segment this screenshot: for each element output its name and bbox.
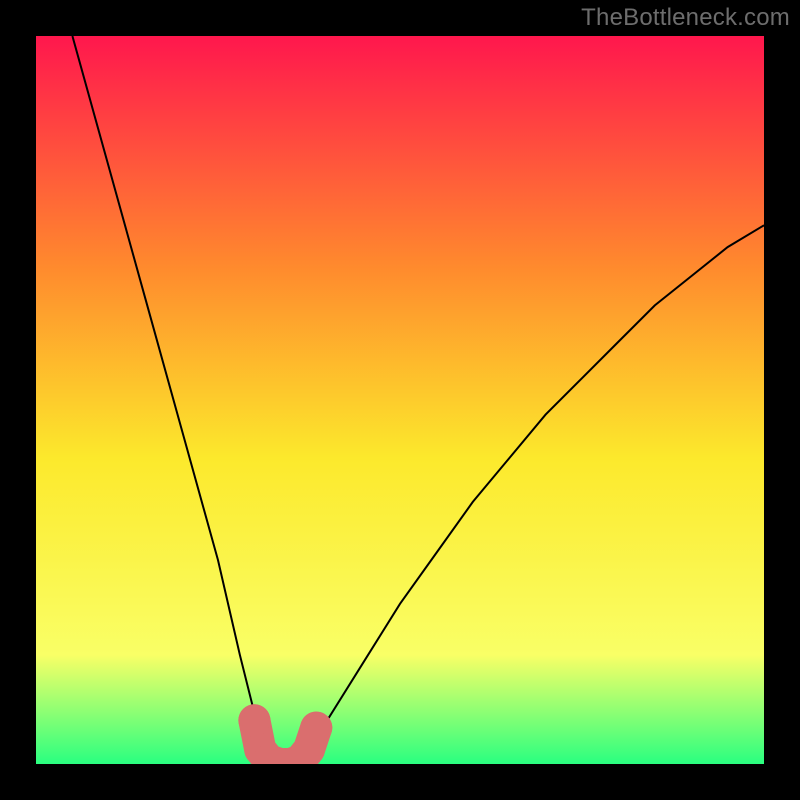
watermark-label: TheBottleneck.com [581,4,790,32]
gradient-background [36,36,764,764]
chart-outer-frame: TheBottleneck.com [0,0,800,800]
optimal-range-dot [238,704,270,736]
chart-svg [36,36,764,764]
plot-area [36,36,764,764]
optimal-range-dot [300,712,332,744]
